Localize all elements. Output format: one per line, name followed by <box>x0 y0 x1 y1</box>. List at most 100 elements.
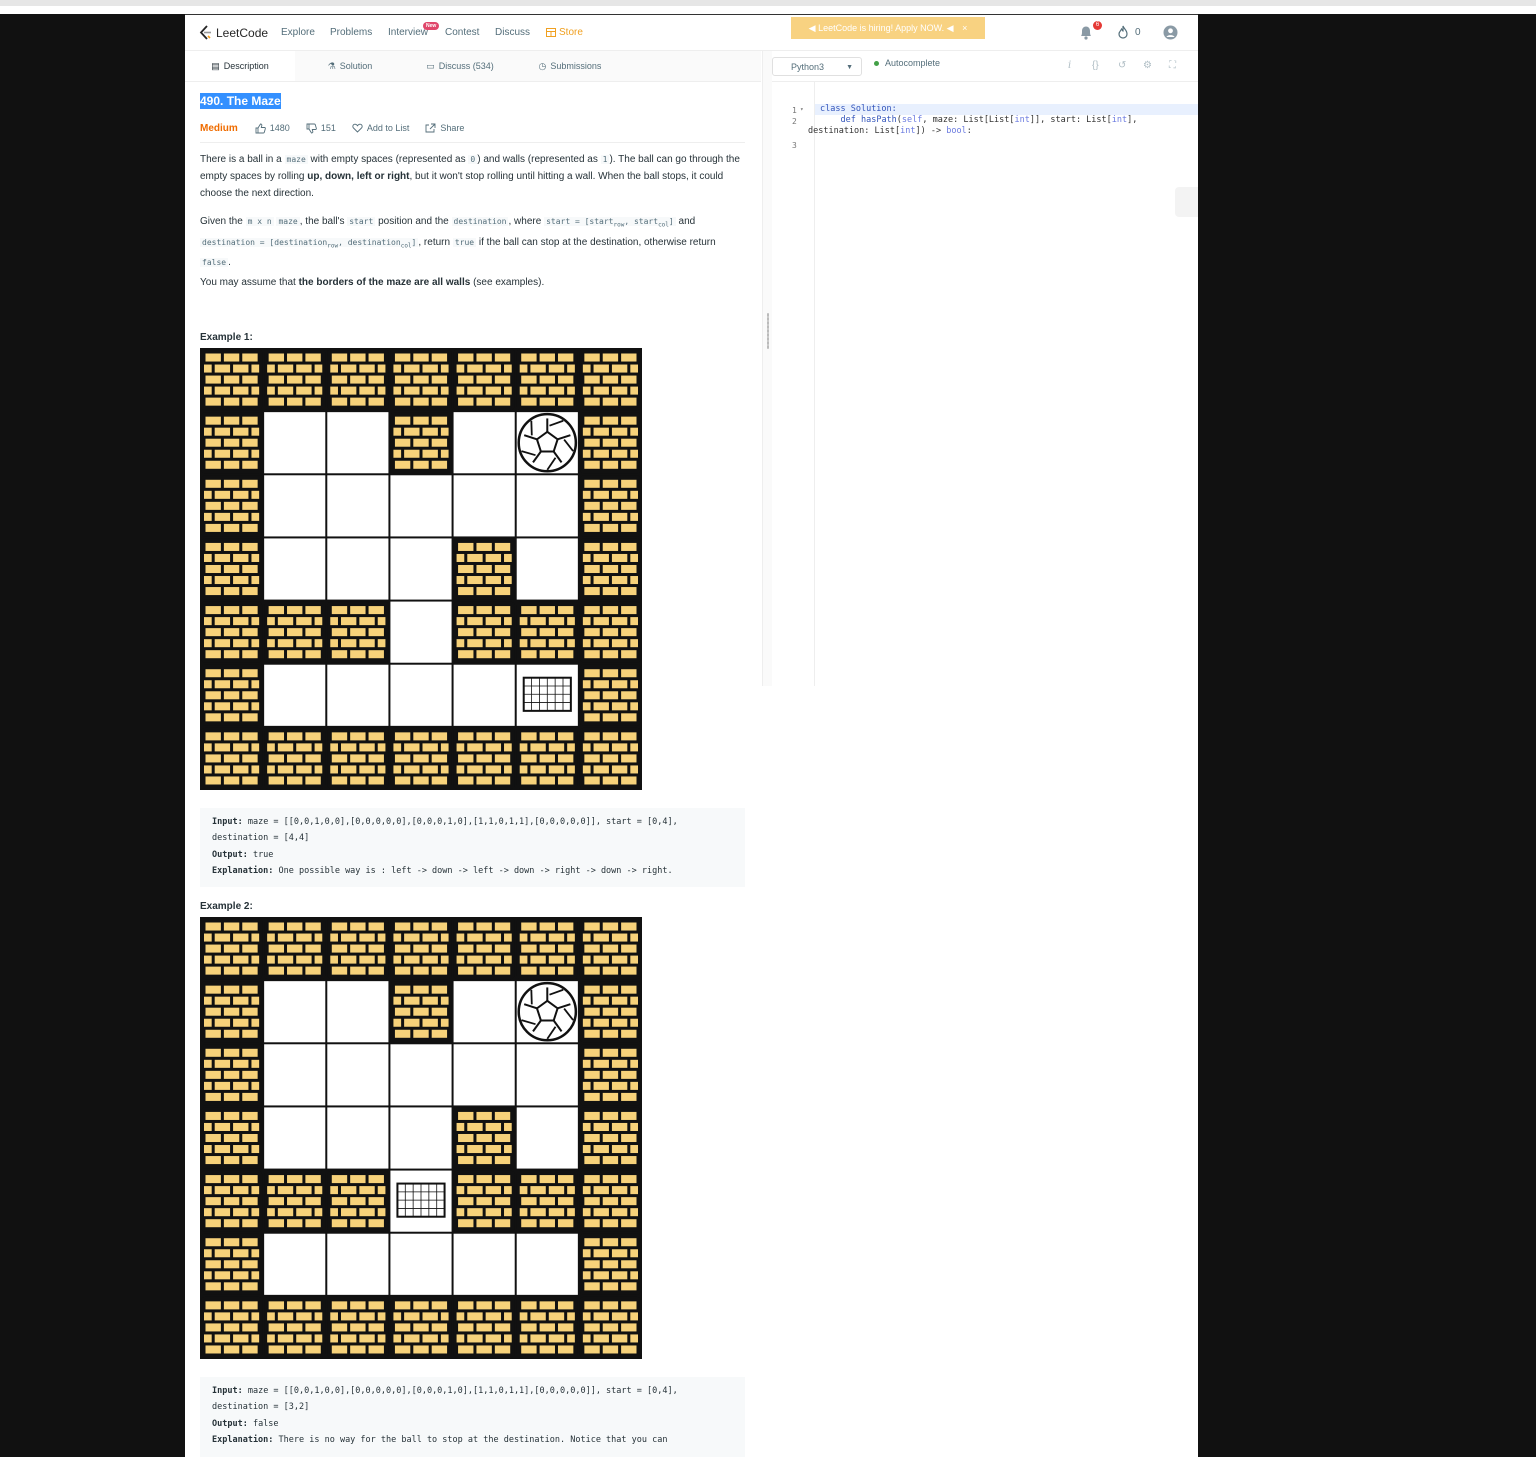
wall-cell <box>201 918 262 979</box>
wall-cell <box>390 918 451 979</box>
wall-cell <box>390 728 451 789</box>
nav-discuss[interactable]: Discuss <box>495 27 530 38</box>
wall-cell <box>580 538 641 599</box>
tab-discuss[interactable]: ▭ Discuss (534) <box>405 51 515 81</box>
tab-description[interactable]: ▤ Description <box>185 51 295 81</box>
close-icon[interactable]: × <box>962 23 967 33</box>
tab-solution-label: Solution <box>340 61 373 71</box>
divider <box>200 142 745 143</box>
empty-cell <box>327 412 388 473</box>
nav-store-label: Store <box>559 27 583 38</box>
wall-cell <box>201 1171 262 1232</box>
example-2-code: Input: maze = [[0,0,1,0,0],[0,0,0,0,0],[… <box>200 1377 745 1457</box>
splitter-grip-icon[interactable] <box>767 313 769 349</box>
wall-cell <box>201 475 262 536</box>
example-1-code: Input: maze = [[0,0,1,0,0],[0,0,0,0,0],[… <box>200 808 745 887</box>
heart-icon <box>352 123 363 133</box>
wall-cell <box>327 1171 388 1232</box>
wall-cell <box>454 1107 515 1168</box>
wall-cell <box>327 728 388 789</box>
logo[interactable]: LeetCode <box>199 25 268 40</box>
autocomplete-toggle[interactable]: Autocomplete <box>874 58 940 68</box>
fire-icon[interactable] <box>1117 25 1129 39</box>
goal-net-icon <box>397 1184 444 1217</box>
add-to-list-button[interactable]: Add to List <box>352 120 410 137</box>
wall-cell <box>390 981 451 1042</box>
logo-text: LeetCode <box>216 26 268 40</box>
description-paragraph-3: You may assume that the borders of the m… <box>200 274 745 291</box>
ball-icon <box>519 414 576 471</box>
notification-badge: 6 <box>1093 21 1102 30</box>
language-value: Python3 <box>791 62 824 72</box>
wall-cell <box>454 602 515 663</box>
empty-cell <box>390 538 451 599</box>
maze-image-example-2 <box>200 917 642 1359</box>
nav-store[interactable]: Store <box>546 27 583 38</box>
thumbs-up-icon <box>255 123 266 134</box>
like-button[interactable]: 1480 <box>255 120 290 137</box>
difficulty-label: Medium <box>200 120 238 137</box>
tab-discuss-label: Discuss (534) <box>439 61 494 71</box>
empty-cell <box>454 1044 515 1105</box>
empty-cell <box>264 412 325 473</box>
comment-icon: ▭ <box>426 61 435 72</box>
wall-cell <box>327 349 388 410</box>
side-reload-button[interactable] <box>1175 187 1198 217</box>
wall-cell <box>201 1044 262 1105</box>
problem-tabs: ▤ Description ⚗ Solution ▭ Discuss (534)… <box>185 51 761 82</box>
settings-icon[interactable]: ⚙ <box>1143 60 1152 71</box>
line-number-gutter: 1 ▾ 2 3 <box>772 82 815 686</box>
wall-cell <box>517 918 578 979</box>
empty-cell <box>390 1044 451 1105</box>
wall-cell <box>580 349 641 410</box>
description-icon: ▤ <box>211 61 220 72</box>
empty-cell <box>327 1044 388 1105</box>
fold-arrow-icon[interactable]: ▾ <box>800 106 804 113</box>
reset-icon[interactable]: ↺ <box>1118 60 1126 71</box>
wall-cell <box>580 665 641 726</box>
user-avatar-icon[interactable] <box>1163 25 1178 40</box>
empty-cell <box>517 1107 578 1168</box>
problem-meta: Medium 1480 151 Add to List Share <box>200 120 480 136</box>
braces-icon[interactable]: {} <box>1092 60 1099 71</box>
nav-explore[interactable]: Explore <box>281 27 315 38</box>
fullscreen-icon[interactable]: ⛶ <box>1169 60 1176 71</box>
nav-interview[interactable]: Interview <box>388 27 428 38</box>
nav-contest[interactable]: Contest <box>445 27 479 38</box>
wall-cell <box>454 918 515 979</box>
wall-cell <box>201 1107 262 1168</box>
language-select[interactable]: Python3 ▼ <box>772 57 862 76</box>
dislike-button[interactable]: 151 <box>306 120 336 137</box>
wall-cell <box>454 1171 515 1232</box>
add-to-list-label: Add to List <box>367 120 410 137</box>
tab-submissions[interactable]: ◷ Submissions <box>515 51 625 81</box>
info-icon[interactable]: i <box>1068 60 1071 71</box>
empty-cell <box>327 538 388 599</box>
chevron-down-icon: ▼ <box>846 58 853 77</box>
clock-icon: ◷ <box>539 61 547 72</box>
empty-cell <box>454 665 515 726</box>
wall-cell <box>201 981 262 1042</box>
wall-cell <box>201 665 262 726</box>
wall-cell <box>327 918 388 979</box>
wall-cell <box>580 918 641 979</box>
description-paragraph-2: Given the m x n maze, the ball's start p… <box>200 213 745 271</box>
wall-cell <box>264 602 325 663</box>
wall-cell <box>264 1297 325 1358</box>
hiring-banner[interactable]: ◀ LeetCode is hiring! Apply NOW. ◀ × <box>791 17 985 39</box>
bell-icon[interactable] <box>1079 25 1093 40</box>
nav-problems[interactable]: Problems <box>330 27 372 38</box>
ball-icon <box>519 983 576 1040</box>
empty-cell <box>264 538 325 599</box>
wall-cell <box>201 538 262 599</box>
leetcode-logo-icon <box>199 25 213 40</box>
wall-cell <box>454 349 515 410</box>
share-button[interactable]: Share <box>425 120 464 137</box>
empty-cell <box>327 665 388 726</box>
tab-submissions-label: Submissions <box>550 61 601 71</box>
code-line-2: def hasPath(self, maze: List[List[int]],… <box>820 115 1137 127</box>
tab-solution[interactable]: ⚗ Solution <box>295 51 405 81</box>
wall-cell <box>580 412 641 473</box>
empty-cell <box>264 1234 325 1295</box>
wall-cell <box>201 1297 262 1358</box>
